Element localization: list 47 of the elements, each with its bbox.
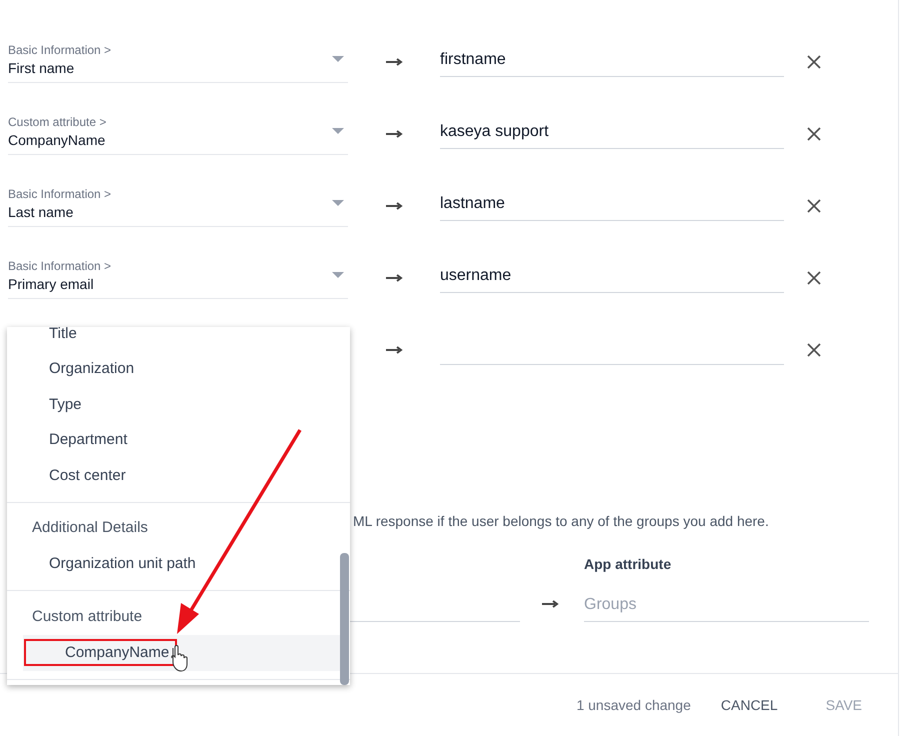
attribute-select[interactable]: Custom attribute > CompanyName xyxy=(8,114,348,154)
hand-cursor-icon xyxy=(171,645,188,672)
category-label: Basic Information > xyxy=(8,186,112,202)
scrollbar-thumb[interactable] xyxy=(340,553,349,685)
select-value: First name xyxy=(8,58,74,78)
app-attribute-input[interactable]: kaseya support xyxy=(440,119,784,149)
dropdown-caret-icon xyxy=(332,200,344,206)
app-attribute-label: App attribute xyxy=(584,555,672,574)
arrow-icon xyxy=(386,346,403,354)
attribute-select[interactable]: Basic Information > Primary email xyxy=(8,258,348,298)
arrow-icon xyxy=(386,58,403,66)
arrow-icon xyxy=(542,600,559,608)
close-button[interactable] xyxy=(806,342,822,358)
menu-item[interactable]: CompanyName xyxy=(23,635,340,670)
dropdown-caret-icon xyxy=(332,272,344,278)
app-attribute-input[interactable]: firstname xyxy=(440,47,784,77)
menu-item[interactable]: Title xyxy=(7,327,350,352)
menu-item[interactable]: Organization unit path xyxy=(7,546,350,582)
close-button[interactable] xyxy=(806,54,822,70)
attribute-select[interactable]: Basic Information > Last name xyxy=(8,186,348,226)
category-label: Custom attribute > xyxy=(8,114,108,130)
dropdown-caret-icon xyxy=(332,56,344,62)
select-value: CompanyName xyxy=(8,130,106,150)
select-value: Last name xyxy=(8,202,74,222)
menu-item[interactable]: Organization xyxy=(7,352,350,387)
groups-input[interactable]: Groups xyxy=(584,593,869,622)
app-attribute-input[interactable]: username xyxy=(440,263,784,293)
menu-group-header: Additional Details xyxy=(31,518,149,538)
category-label: Basic Information > xyxy=(8,42,112,58)
arrow-icon xyxy=(386,202,403,210)
close-button[interactable] xyxy=(806,198,822,214)
arrow-icon xyxy=(386,130,403,138)
menu-group-header: Custom attribute xyxy=(31,606,144,627)
close-button[interactable] xyxy=(806,126,822,142)
menu-item[interactable]: Department xyxy=(7,422,350,458)
attribute-select[interactable]: Basic Information > First name xyxy=(8,42,348,82)
category-label: Basic Information > xyxy=(8,258,112,274)
close-button[interactable] xyxy=(806,270,822,286)
dropdown-caret-icon xyxy=(332,128,344,134)
menu-item[interactable]: Type xyxy=(7,387,350,422)
menu-item[interactable]: Cost center xyxy=(7,458,350,494)
arrow-icon xyxy=(386,274,403,282)
groups-description: ML response if the user belongs to any of the groups you add here. xyxy=(353,512,770,531)
select-value: Primary email xyxy=(8,274,94,294)
cancel-button[interactable]: CANCEL xyxy=(720,694,778,716)
unsaved-status: 1 unsaved change xyxy=(576,696,691,715)
app-attribute-input[interactable]: lastname xyxy=(440,191,784,221)
